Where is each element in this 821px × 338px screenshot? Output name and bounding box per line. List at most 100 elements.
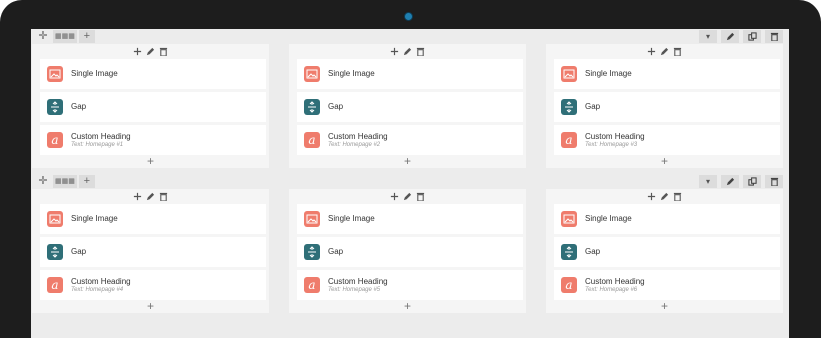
element-custom-heading[interactable]: a Custom Heading Text: Homepage #1 (40, 125, 266, 155)
heading-icon: a (304, 277, 320, 293)
delete-column-button[interactable] (159, 191, 169, 201)
add-element-bottom-button[interactable]: + (289, 300, 526, 312)
builder-column: Single Image Gap a Custom Heading Text: … (289, 189, 526, 313)
copy-icon (747, 177, 757, 186)
pencil-icon (146, 192, 155, 200)
element-custom-heading[interactable]: a Custom Heading Text: Homepage #3 (554, 125, 780, 155)
trash-icon (416, 192, 425, 201)
add-element-bottom-button[interactable]: + (546, 300, 783, 312)
pencil-icon (403, 192, 412, 200)
edit-column-button[interactable] (146, 46, 156, 56)
delete-column-button[interactable] (673, 191, 683, 201)
builder-row: ✛ ▦▦▦ + ▾ Single Image Gap a Custom Head… (31, 174, 789, 334)
chevron-down-icon: ▾ (705, 32, 710, 41)
element-gap[interactable]: Gap (554, 92, 780, 122)
gap-icon (561, 99, 577, 115)
delete-column-button[interactable] (159, 46, 169, 56)
delete-column-button[interactable] (416, 46, 426, 56)
row-toolbar: ✛ ▦▦▦ + ▾ (31, 29, 789, 44)
element-single-image[interactable]: Single Image (297, 204, 523, 234)
add-element-button[interactable] (647, 191, 657, 201)
edit-column-button[interactable] (660, 46, 670, 56)
edit-row-button[interactable] (721, 175, 739, 188)
edit-column-button[interactable] (403, 191, 413, 201)
element-title: Custom Heading (585, 132, 645, 141)
plus-icon (390, 192, 399, 200)
builder-column: Single Image Gap a Custom Heading Text: … (32, 44, 269, 168)
camera-dot (405, 13, 412, 20)
element-gap[interactable]: Gap (554, 237, 780, 267)
add-element-button[interactable] (133, 191, 143, 201)
element-single-image[interactable]: Single Image (554, 204, 780, 234)
edit-column-button[interactable] (146, 191, 156, 201)
column-layout-button[interactable]: ▦▦▦ (53, 30, 77, 43)
element-gap[interactable]: Gap (297, 237, 523, 267)
element-title: Gap (71, 247, 87, 256)
clone-row-button[interactable] (743, 30, 761, 43)
trash-icon (770, 177, 778, 186)
plus-icon (647, 192, 656, 200)
element-single-image[interactable]: Single Image (297, 59, 523, 89)
add-element-button[interactable] (647, 46, 657, 56)
element-single-image[interactable]: Single Image (40, 59, 266, 89)
trash-icon (770, 32, 778, 41)
element-title: Custom Heading (71, 132, 131, 141)
add-element-bottom-button[interactable]: + (289, 155, 526, 167)
heading-icon: a (561, 132, 577, 148)
add-column-button[interactable]: + (78, 30, 95, 43)
element-title: Gap (585, 102, 601, 111)
builder-column: Single Image Gap a Custom Heading Text: … (546, 44, 783, 168)
element-single-image[interactable]: Single Image (40, 204, 266, 234)
element-subtitle: Text: Homepage #2 (328, 142, 381, 148)
edit-column-button[interactable] (660, 191, 670, 201)
row-dropdown-button[interactable]: ▾ (699, 175, 717, 188)
delete-row-button[interactable] (765, 30, 783, 43)
edit-row-button[interactable] (721, 30, 739, 43)
element-custom-heading[interactable]: a Custom Heading Text: Homepage #5 (297, 270, 523, 300)
trash-icon (159, 47, 168, 56)
element-subtitle: Text: Homepage #5 (328, 287, 381, 293)
delete-row-button[interactable] (765, 175, 783, 188)
element-gap[interactable]: Gap (40, 92, 266, 122)
column-tools (546, 46, 783, 58)
element-custom-heading[interactable]: a Custom Heading Text: Homepage #6 (554, 270, 780, 300)
pencil-icon (726, 177, 734, 186)
add-element-button[interactable] (133, 46, 143, 56)
element-subtitle: Text: Homepage #6 (585, 287, 638, 293)
heading-icon: a (561, 277, 577, 293)
column-tools (32, 191, 269, 203)
add-element-button[interactable] (390, 46, 400, 56)
pencil-icon (726, 32, 734, 41)
image-icon (561, 66, 577, 82)
element-title: Single Image (585, 214, 632, 223)
element-custom-heading[interactable]: a Custom Heading Text: Homepage #2 (297, 125, 523, 155)
element-custom-heading[interactable]: a Custom Heading Text: Homepage #4 (40, 270, 266, 300)
element-subtitle: Text: Homepage #1 (71, 142, 124, 148)
clone-row-button[interactable] (743, 175, 761, 188)
delete-column-button[interactable] (416, 191, 426, 201)
column-tools (546, 191, 783, 203)
element-title: Single Image (71, 69, 118, 78)
row-dropdown-button[interactable]: ▾ (699, 30, 717, 43)
gap-icon (47, 99, 63, 115)
gap-icon (561, 244, 577, 260)
column-tools (32, 46, 269, 58)
element-title: Custom Heading (71, 277, 131, 286)
row-toolbar: ✛ ▦▦▦ + ▾ (31, 174, 789, 189)
image-icon (304, 66, 320, 82)
element-gap[interactable]: Gap (297, 92, 523, 122)
gap-icon (304, 244, 320, 260)
add-element-bottom-button[interactable]: + (546, 155, 783, 167)
add-element-bottom-button[interactable]: + (32, 300, 269, 312)
add-element-button[interactable] (390, 191, 400, 201)
heading-icon: a (47, 277, 63, 293)
edit-column-button[interactable] (403, 46, 413, 56)
delete-column-button[interactable] (673, 46, 683, 56)
add-column-button[interactable]: + (78, 175, 95, 188)
element-single-image[interactable]: Single Image (554, 59, 780, 89)
move-row-icon[interactable]: ✛ (35, 175, 51, 188)
move-row-icon[interactable]: ✛ (35, 30, 51, 43)
element-gap[interactable]: Gap (40, 237, 266, 267)
add-element-bottom-button[interactable]: + (32, 155, 269, 167)
column-layout-button[interactable]: ▦▦▦ (53, 175, 77, 188)
